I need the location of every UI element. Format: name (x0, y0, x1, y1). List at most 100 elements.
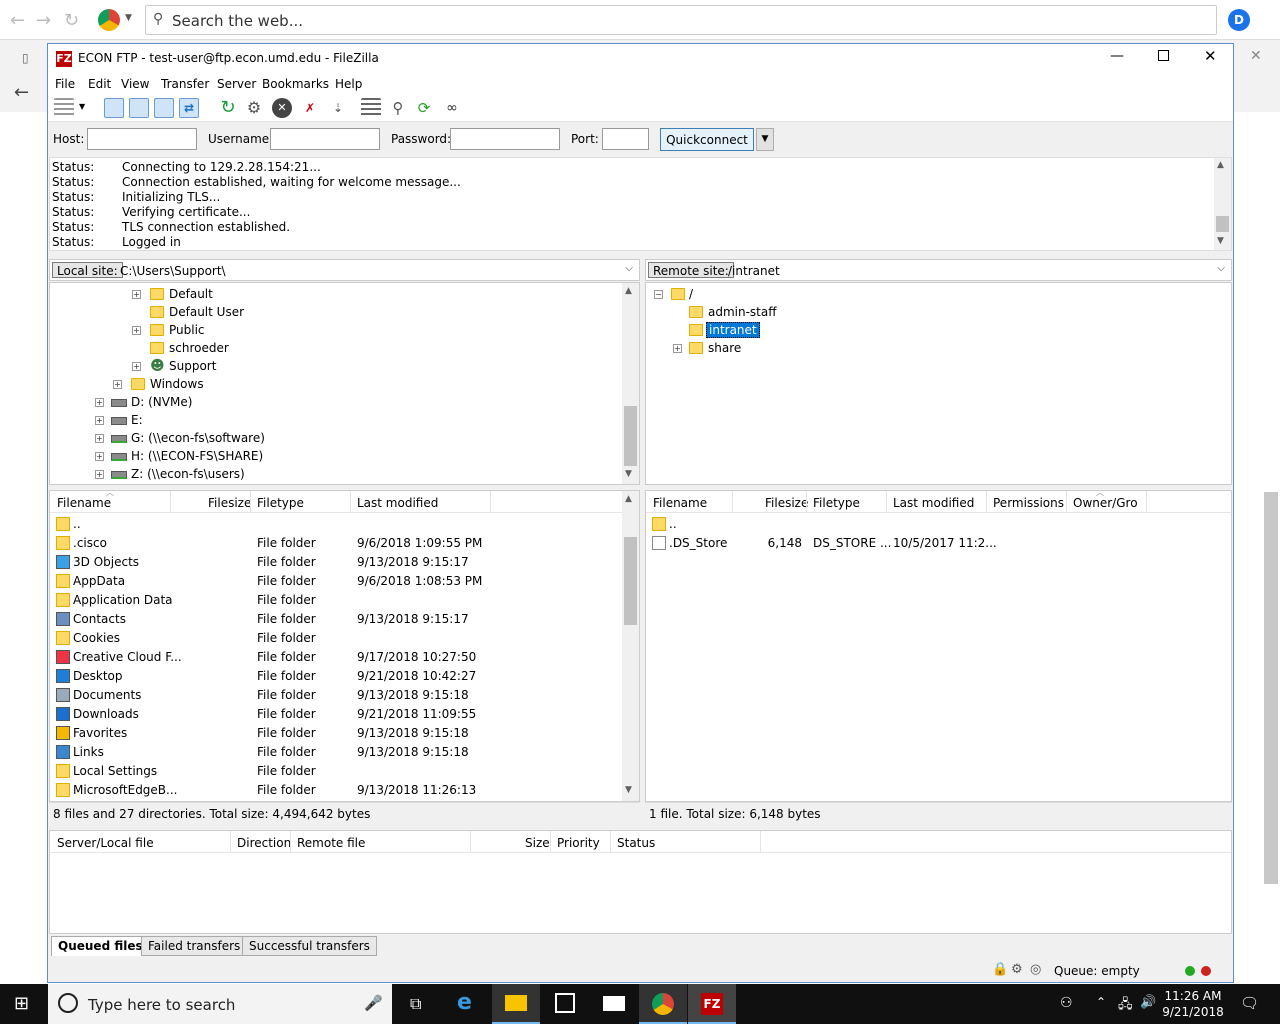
column-priority[interactable]: Priority (557, 836, 600, 850)
people-icon[interactable]: ⚇ (1060, 995, 1073, 1011)
tab-successful-transfers[interactable]: Successful transfers (242, 936, 377, 956)
speed-limit-icon[interactable]: ◎ (1030, 962, 1041, 977)
close-icon[interactable]: ✕ (1204, 47, 1217, 65)
edge-icon[interactable]: e (443, 984, 491, 1024)
quickconnect-button[interactable]: Quickconnect (660, 128, 754, 151)
file-explorer-icon[interactable] (492, 984, 540, 1024)
menu-bookmarks[interactable]: Bookmarks (262, 77, 329, 91)
remote-path-input[interactable]: /intranet (728, 264, 780, 278)
column-filesize[interactable]: Filesize (208, 496, 251, 510)
page-scrollbar[interactable] (1264, 492, 1278, 884)
local-file-row[interactable]: Contacts File folder 9/13/2018 9:15:17 (50, 610, 610, 629)
page-back-icon[interactable]: ← (14, 82, 29, 103)
toggle-log-icon[interactable] (104, 98, 124, 118)
remote-file-row[interactable]: .. (646, 515, 1206, 534)
column-remote-file[interactable]: Remote file (297, 836, 365, 850)
column-status[interactable]: Status (617, 836, 655, 850)
quickconnect-dropdown-icon[interactable]: ▼ (756, 128, 774, 151)
column-last-modified[interactable]: Last modified (893, 496, 974, 510)
menu-edit[interactable]: Edit (88, 77, 111, 91)
local-file-row[interactable]: Cookies File folder (50, 629, 610, 648)
task-view-icon[interactable]: ⧉ (394, 984, 442, 1024)
port-input[interactable] (602, 128, 649, 150)
windows-start-icon[interactable]: ⊞ (14, 993, 29, 1014)
password-input[interactable] (450, 128, 560, 150)
minimize-icon[interactable]: — (1110, 48, 1124, 64)
refresh-icon[interactable]: ↻ (218, 98, 238, 118)
chevron-up-icon[interactable]: ⌃ (1096, 995, 1106, 1009)
omnibox[interactable]: ⚲ Search the web... (145, 5, 1217, 35)
binoculars-icon[interactable]: ∞ (442, 98, 462, 118)
volume-icon[interactable]: 🔊 (1140, 995, 1156, 1010)
tab-failed-transfers[interactable]: Failed transfers (141, 936, 248, 956)
menu-transfer[interactable]: Transfer (161, 77, 209, 91)
menu-server[interactable]: Server (217, 77, 256, 91)
column-filename[interactable]: Filename (653, 496, 707, 510)
local-file-row[interactable]: MicrosoftEdgeB... File folder 9/13/2018 11… (50, 781, 610, 800)
chevron-down-icon[interactable]: ⌵ (625, 263, 633, 274)
back-icon[interactable]: ← (10, 10, 25, 31)
filezilla-taskbar-icon[interactable]: FZ (688, 984, 736, 1024)
chrome-logo-icon[interactable] (98, 9, 120, 31)
local-file-row[interactable]: Desktop File folder 9/21/2018 10:42:27 (50, 667, 610, 686)
column-filetype[interactable]: Filetype (257, 496, 304, 510)
local-file-row[interactable]: .. (50, 515, 610, 534)
column-filename[interactable]: Filename (57, 496, 111, 510)
notifications-icon[interactable]: 🗨 (1240, 994, 1259, 1012)
local-file-row[interactable]: Application Data File folder (50, 591, 610, 610)
close-icon[interactable]: ✕ (1250, 48, 1262, 64)
local-path-input[interactable]: C:\Users\Support\ (120, 264, 226, 278)
column-filesize[interactable]: Filesize (765, 496, 808, 510)
log-scrollbar[interactable]: ▲ ▼ (1214, 158, 1231, 250)
toggle-local-tree-icon[interactable] (129, 98, 149, 118)
column-server-local-file[interactable]: Server/Local file (57, 836, 154, 850)
username-input[interactable] (270, 128, 380, 150)
store-icon[interactable] (541, 984, 589, 1024)
local-tree-scrollbar[interactable]: ▲ ▼ (622, 283, 639, 484)
reconnect-icon[interactable]: ⇣ (328, 98, 348, 118)
menu-view[interactable]: View (121, 77, 149, 91)
menu-help[interactable]: Help (335, 77, 362, 91)
toggle-queue-icon[interactable]: ⇄ (179, 98, 199, 118)
local-file-row[interactable]: Favorites File folder 9/13/2018 9:15:18 (50, 724, 610, 743)
mail-icon[interactable] (590, 984, 638, 1024)
network-icon[interactable]: 🖧 (1118, 995, 1133, 1017)
search-icon[interactable]: ⚲ (388, 98, 408, 118)
message-log[interactable]: Status: Connecting to 129.2.28.154:21... … (49, 157, 1232, 251)
column-owner-group[interactable]: Owner/Gro (1073, 496, 1138, 510)
toggle-remote-tree-icon[interactable] (154, 98, 174, 118)
tab-queued-files[interactable]: Queued files (51, 936, 150, 956)
local-file-row[interactable]: 3D Objects File folder 9/13/2018 9:15:17 (50, 553, 610, 572)
profile-avatar[interactable]: D (1228, 9, 1250, 31)
chevron-down-icon[interactable]: ▼ (79, 102, 85, 111)
forward-icon[interactable]: → (36, 10, 51, 31)
local-file-row[interactable]: Downloads File folder 9/21/2018 11:09:55 (50, 705, 610, 724)
local-list-scrollbar[interactable]: ▲ ▼ (622, 491, 639, 801)
menu-file[interactable]: File (55, 77, 75, 91)
clock[interactable]: 11:26 AM 9/21/2018 (1160, 988, 1226, 1020)
local-file-row[interactable]: Local Settings File folder (50, 762, 610, 781)
chrome-taskbar-icon[interactable] (639, 984, 687, 1024)
column-filetype[interactable]: Filetype (813, 496, 860, 510)
local-file-row[interactable]: .cisco File folder 9/6/2018 1:09:55 PM (50, 534, 610, 553)
column-size[interactable]: Size (525, 836, 550, 850)
column-permissions[interactable]: Permissions (993, 496, 1064, 510)
disconnect-icon[interactable]: ✗ (300, 98, 320, 118)
chevron-down-icon[interactable]: ⌵ (1217, 263, 1225, 274)
directory-compare-icon[interactable] (361, 98, 381, 118)
column-last-modified[interactable]: Last modified (357, 496, 438, 510)
maximize-icon[interactable] (1158, 50, 1169, 61)
local-file-row[interactable]: Documents File folder 9/13/2018 9:15:18 (50, 686, 610, 705)
chevron-down-icon[interactable]: ▼ (125, 13, 132, 23)
filter-icon[interactable]: ⚙ (244, 98, 264, 118)
reload-icon[interactable]: ↻ (64, 10, 79, 31)
microphone-icon[interactable]: 🎤 (364, 994, 383, 1012)
host-input[interactable] (87, 128, 197, 150)
remote-file-row[interactable]: .DS_Store 6,148 DS_STORE ... 10/5/2017 11:2… (646, 534, 1206, 553)
local-file-row[interactable]: AppData File folder 9/6/2018 1:08:53 PM (50, 572, 610, 591)
local-file-row[interactable]: Creative Cloud F... File folder 9/17/2018 … (50, 648, 610, 667)
site-manager-icon[interactable] (54, 98, 74, 118)
column-direction[interactable]: Direction (237, 836, 291, 850)
local-file-row[interactable]: Links File folder 9/13/2018 9:15:18 (50, 743, 610, 762)
sync-browsing-icon[interactable]: ⟳ (414, 98, 434, 118)
